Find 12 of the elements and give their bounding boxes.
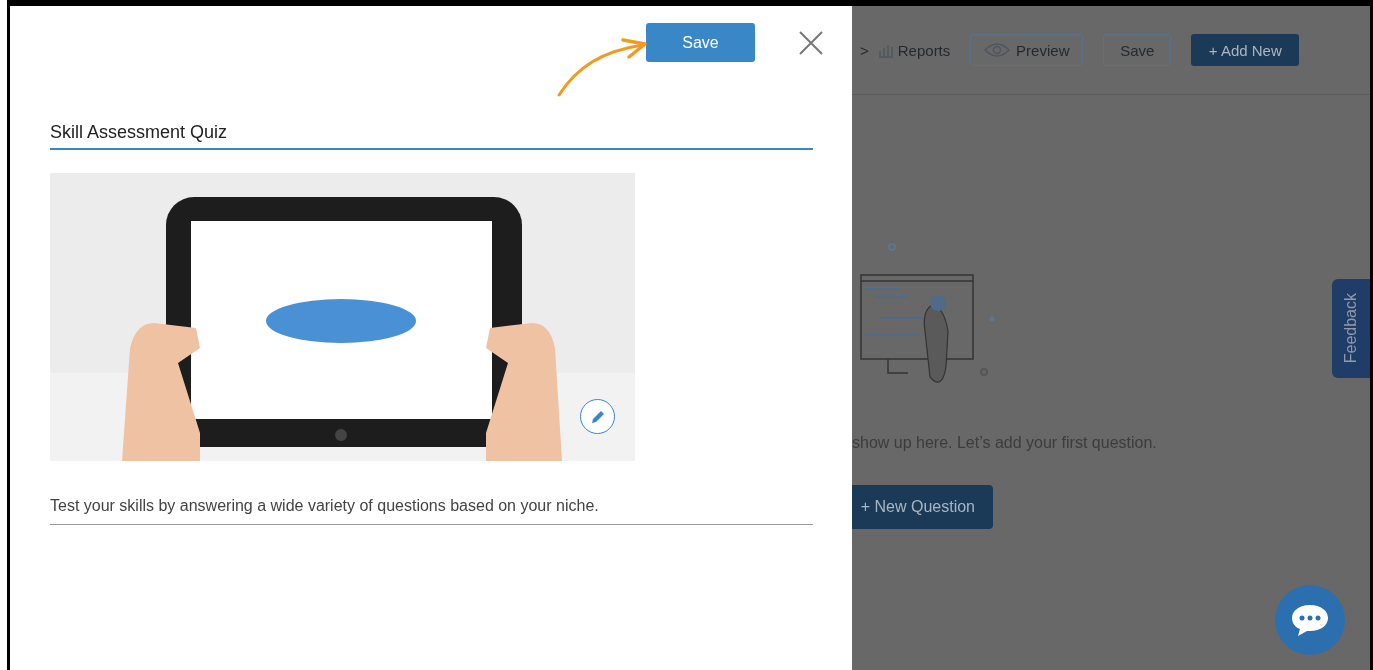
reports-link[interactable]: Reports — [897, 41, 951, 59]
feedback-tab[interactable]: Feedback — [1332, 279, 1370, 378]
speech-bubble-icon — [1290, 602, 1330, 638]
save-button[interactable]: Save — [646, 23, 755, 62]
new-question-button[interactable]: + New Question — [852, 485, 993, 529]
close-icon[interactable] — [798, 29, 824, 56]
save-button[interactable]: Save — [1103, 34, 1172, 66]
preview-button[interactable]: Preview — [970, 34, 1084, 66]
breadcrumb-separator: > — [860, 41, 869, 59]
pencil-icon — [589, 408, 606, 425]
add-new-button[interactable]: + Add New — [1191, 34, 1300, 66]
eye-icon — [984, 43, 1011, 57]
